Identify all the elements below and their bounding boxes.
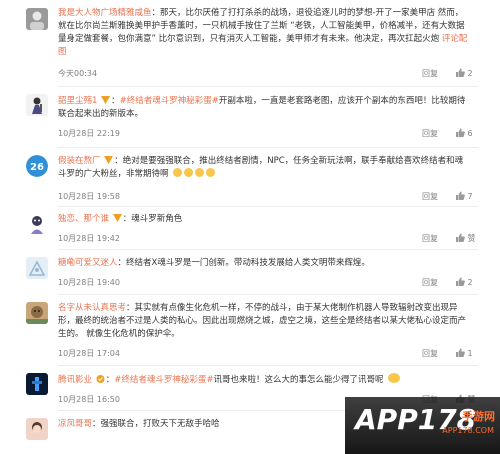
vip-badge-icon: [112, 214, 122, 222]
reply-button[interactable]: 回复: [422, 191, 438, 202]
comment-username[interactable]: 糖嘞可爱又迷人: [58, 258, 118, 268]
comment-body: 腾讯影业 ：#终结者魂斗罗神秘彩蛋#讯哥也来啦！这么大的事怎么能少得了讯哥呢: [58, 373, 468, 387]
divider: [58, 206, 478, 207]
emoji-icon: [173, 168, 183, 177]
reply-button[interactable]: 回复: [422, 233, 438, 244]
topic-link[interactable]: #终结者魂斗罗神秘彩蛋#: [120, 96, 219, 106]
avatar[interactable]: [26, 302, 48, 324]
comment-time: 10月28日 16:50: [58, 395, 120, 404]
emoji-icon: [195, 168, 205, 177]
comment-body: 独恋、那个谁 ：魂斗罗新角色: [58, 214, 183, 224]
avatar[interactable]: [26, 373, 48, 395]
thumbs-up-icon: [456, 191, 465, 200]
thumbs-up-icon: [456, 348, 465, 357]
comment-text: 终结者X魂斗罗是一门创新。带动科技发展给人类文明带来辉煌。: [126, 258, 370, 268]
vip-badge-icon: [104, 156, 114, 164]
emoji-icon: [206, 168, 216, 177]
reply-button[interactable]: 回复: [422, 277, 438, 288]
avatar[interactable]: [26, 8, 48, 30]
divider: [58, 249, 478, 250]
like-button[interactable]: 7: [455, 191, 473, 201]
comment-text: 魂斗罗新角色: [131, 214, 183, 224]
comment-body: 我是大人物广场精雅咸鱼：那天，比尔厌倦了打打杀杀的战场，退役追逐儿时的梦想-开了…: [58, 8, 468, 57]
like-count: 赞: [467, 234, 476, 243]
like-count: 2: [467, 278, 473, 287]
comment-username[interactable]: 假装在熬厂: [58, 156, 101, 166]
avatar[interactable]: [26, 257, 48, 279]
like-button[interactable]: 赞: [455, 233, 476, 244]
vip-badge-icon: [101, 96, 111, 104]
comment-body: 韶里尘殇1 ：#终结者魂斗罗神秘彩蛋#开副本啦，一直是老套路老图，应该开个副本的…: [58, 96, 466, 119]
avatar[interactable]: [26, 418, 48, 440]
svg-text:26: 26: [30, 162, 44, 173]
comment-username[interactable]: 独恋、那个谁: [58, 214, 109, 224]
comment-username[interactable]: 韶里尘殇1: [58, 96, 97, 106]
comment-username[interactable]: 腾讯影业: [58, 375, 92, 385]
comment-time: 10月28日 19:40: [58, 278, 120, 287]
comment-feed: 我是大人物广场精雅咸鱼：那天，比尔厌倦了打打杀杀的战场，退役追逐儿时的梦想-开了…: [0, 0, 500, 454]
like-button[interactable]: 2: [455, 277, 473, 287]
comment-item: 糖嘞可爱又迷人：终结者X魂斗罗是一门创新。带动科技发展给人类文明带来辉煌。 10…: [0, 252, 500, 294]
watermark-domain: APP178.COM: [442, 426, 494, 435]
comment-item: 韶里尘殇1 ：#终结者魂斗罗神秘彩蛋#开副本啦，一直是老套路老图，应该开个副本的…: [0, 89, 500, 147]
reply-button[interactable]: 回复: [422, 68, 438, 79]
divider: [58, 147, 478, 148]
comment-text: 讯哥也来啦！这么大的事怎么能少得了讯哥呢: [213, 375, 384, 385]
emoji-icon: [184, 168, 194, 177]
comment-item: 名字从未认真思考：其实就有点像生化危机一样，不停的战斗，由于某大佬制作机器人导致…: [0, 297, 500, 365]
sunglasses-emoji-icon: [388, 373, 401, 383]
like-button[interactable]: 1: [455, 348, 473, 358]
thumbs-up-icon: [456, 233, 465, 242]
reply-button[interactable]: 回复: [422, 348, 438, 359]
comment-time: 10月28日 17:04: [58, 349, 120, 358]
avatar[interactable]: [26, 213, 48, 235]
watermark-sub-text: 手游网: [462, 410, 495, 423]
comment-item: 26 假装在熬厂 ：绝对是要强强联合，推出终结者剧情，NPC，任务全新玩法啊，联…: [0, 150, 500, 206]
verified-badge-icon: [96, 375, 105, 383]
reply-button[interactable]: 回复: [422, 128, 438, 139]
divider: [58, 365, 478, 366]
comment-body: 糖嘞可爱又迷人：终结者X魂斗罗是一门创新。带动科技发展给人类文明带来辉煌。: [58, 258, 370, 268]
like-count: 2: [467, 69, 473, 78]
like-count: 6: [467, 129, 473, 138]
like-count: 1: [467, 349, 473, 358]
thumbs-up-icon: [456, 128, 465, 137]
like-button[interactable]: 6: [455, 128, 473, 138]
comment-username[interactable]: 凉凤哥哥: [58, 419, 92, 429]
comment-body: 假装在熬厂 ：绝对是要强强联合，推出终结者剧情，NPC，任务全新玩法啊，联手奉献…: [58, 156, 464, 179]
comment-time: 10月28日 19:42: [58, 234, 120, 243]
comment-time: 今天00:34: [58, 69, 98, 78]
like-count: 7: [467, 192, 473, 201]
comment-item: 独恋、那个谁 ：魂斗罗新角色 10月28日 19:42 回复 赞: [0, 209, 500, 249]
comment-time: 10月28日 22:19: [58, 129, 120, 138]
site-watermark: APP178 手游网 APP178.COM: [345, 397, 500, 454]
comment-username[interactable]: 名字从未认真思考: [58, 303, 126, 313]
comment-item: 我是大人物广场精雅咸鱼：那天，比尔厌倦了打打杀杀的战场，退役追逐儿时的梦想-开了…: [0, 4, 500, 86]
avatar[interactable]: [26, 94, 48, 116]
divider: [58, 294, 478, 295]
avatar[interactable]: 26: [26, 155, 48, 177]
like-button[interactable]: 2: [455, 68, 473, 78]
topic-link[interactable]: #终结者魂斗罗神秘彩蛋#: [114, 375, 213, 385]
thumbs-up-icon: [456, 68, 465, 77]
comment-body: 名字从未认真思考：其实就有点像生化危机一样，不停的战斗，由于某大佬制作机器人导致…: [58, 303, 467, 339]
comment-time: 10月28日 19:58: [58, 192, 120, 201]
comment-text: 强强联合，打败天下无敌手哈哈: [100, 419, 220, 429]
divider: [58, 86, 478, 87]
comment-username[interactable]: 我是大人物广场精雅咸鱼: [58, 8, 152, 18]
thumbs-up-icon: [456, 277, 465, 286]
